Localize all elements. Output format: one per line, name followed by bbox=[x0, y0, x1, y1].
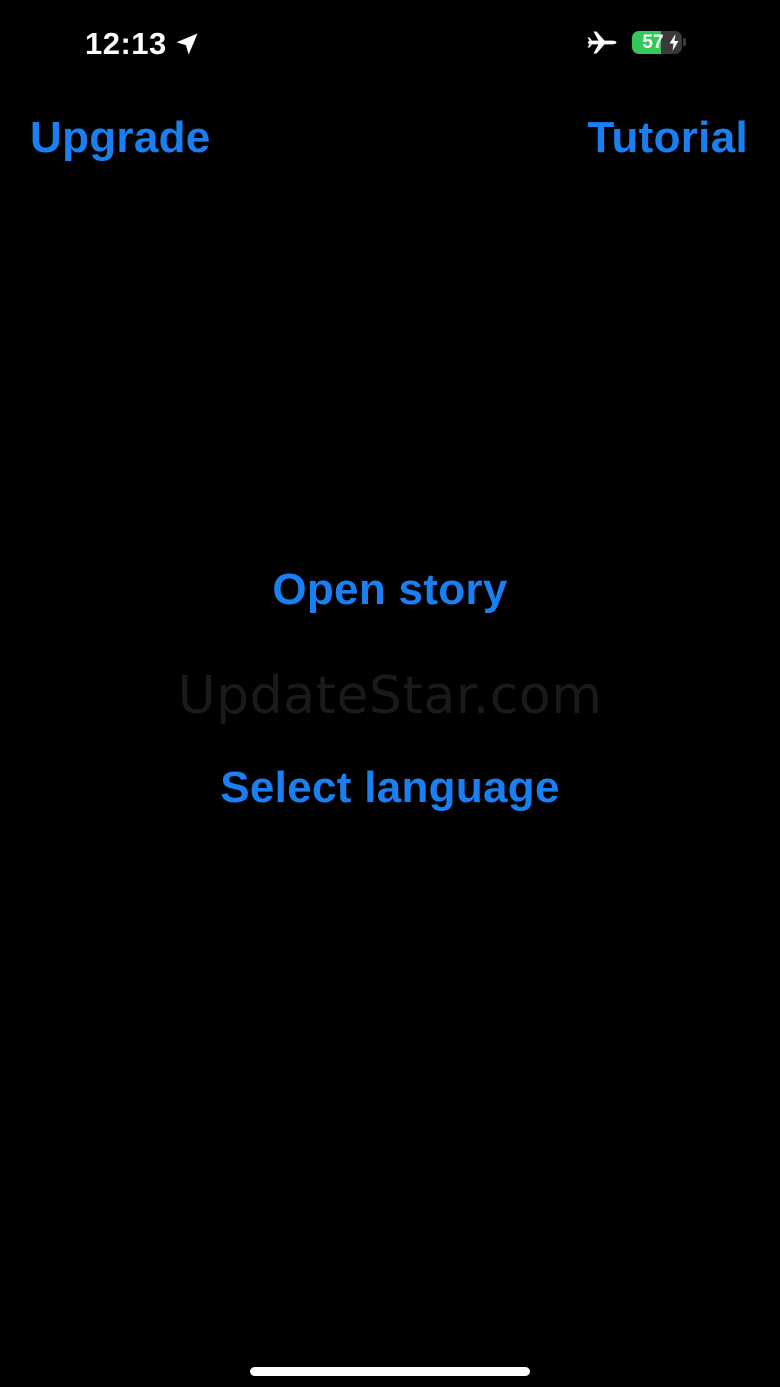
open-story-button[interactable]: Open story bbox=[0, 564, 780, 616]
charging-bolt-icon bbox=[669, 33, 679, 54]
location-arrow-icon bbox=[173, 30, 201, 58]
battery-cap bbox=[683, 38, 686, 46]
status-bar: 12:13 57 bbox=[0, 0, 780, 90]
tutorial-button[interactable]: Tutorial bbox=[588, 112, 748, 164]
status-time-group: 12:13 bbox=[85, 26, 201, 62]
battery-body: 57 bbox=[632, 30, 682, 54]
watermark: UpdateStar.com bbox=[177, 666, 603, 726]
battery-percent-label: 57 bbox=[642, 31, 664, 53]
home-indicator[interactable] bbox=[250, 1367, 530, 1376]
status-right-group: 57 bbox=[586, 30, 686, 54]
airplane-icon bbox=[586, 30, 618, 54]
upgrade-button[interactable]: Upgrade bbox=[30, 112, 211, 164]
status-time: 12:13 bbox=[85, 26, 167, 61]
select-language-button[interactable]: Select language bbox=[0, 762, 780, 814]
battery-indicator: 57 bbox=[632, 30, 686, 54]
